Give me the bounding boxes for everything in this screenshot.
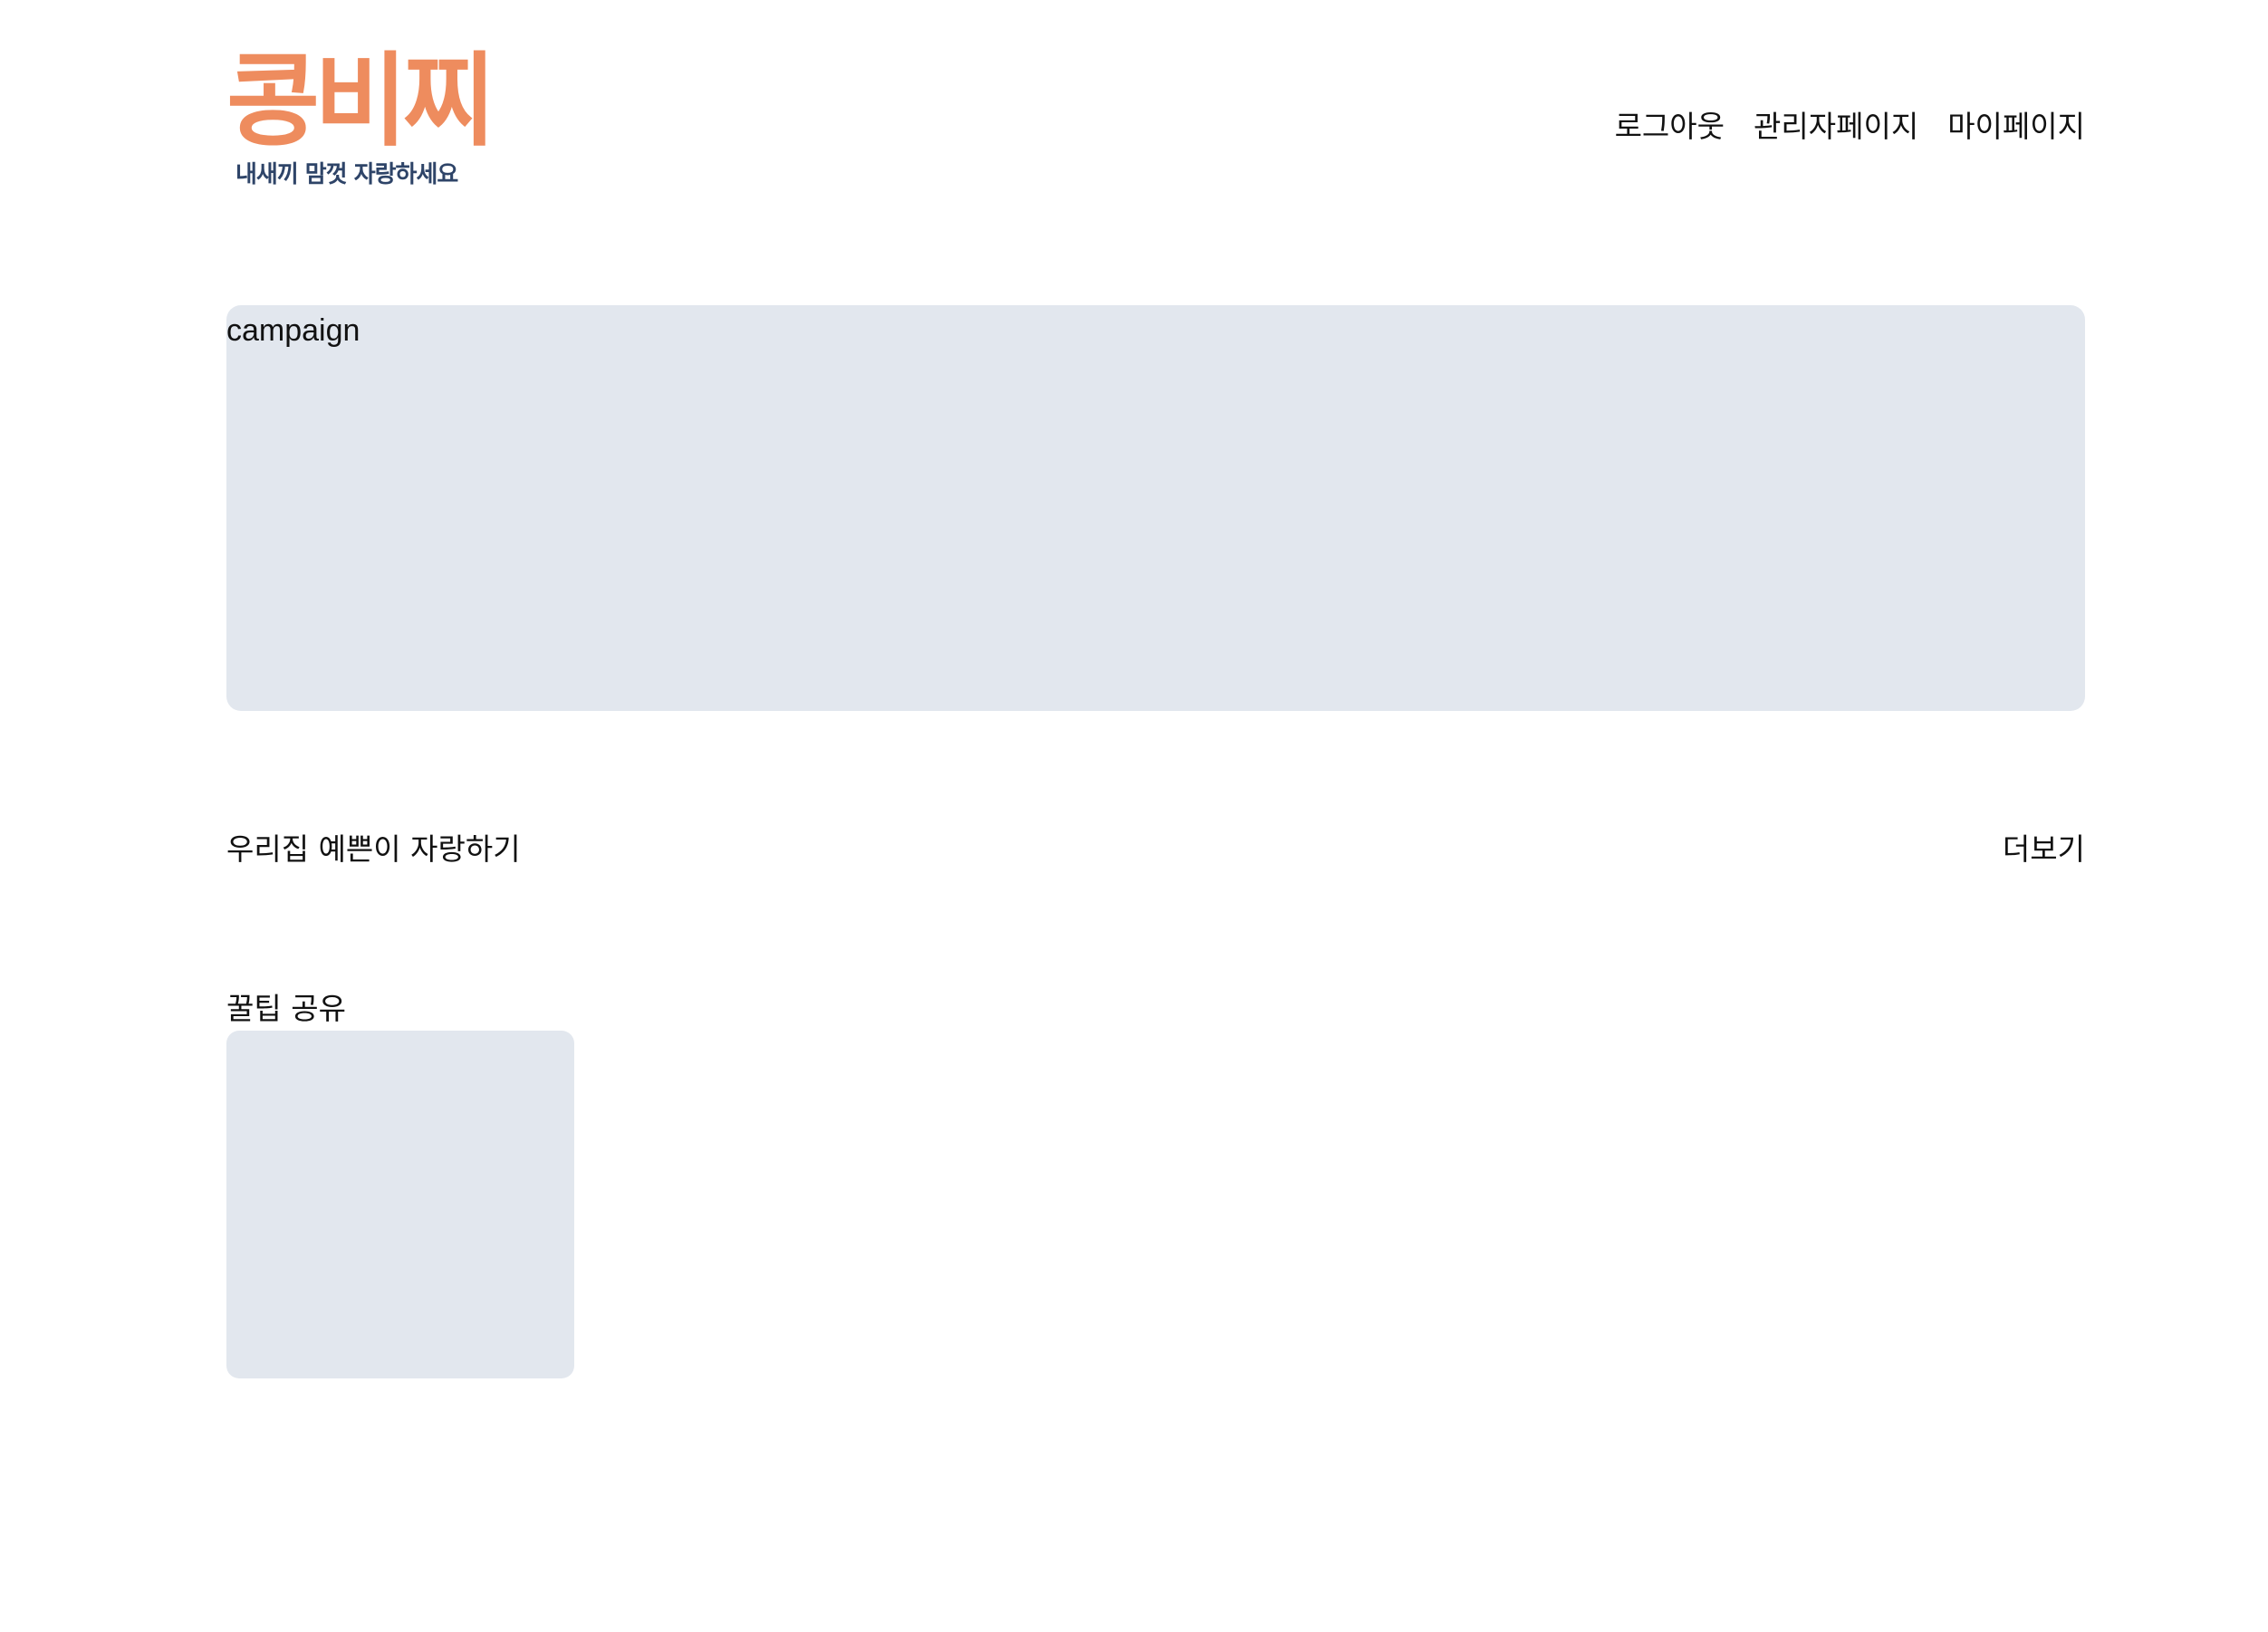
more-link[interactable]: 더보기 bbox=[2003, 830, 2085, 869]
page: 콩비찌 내새끼 맘껏 자랑하세요 로그아웃 관리자페이지 마이페이지 campa… bbox=[0, 0, 2268, 1632]
pet-section-title: 우리집 예쁜이 자랑하기 bbox=[226, 831, 521, 867]
top-nav: 로그아웃 관리자페이지 마이페이지 bbox=[1615, 107, 2085, 147]
tip-card[interactable] bbox=[226, 1031, 574, 1378]
tips-section-title: 꿀팁 공유 bbox=[226, 991, 346, 1026]
my-page-link[interactable]: 마이페이지 bbox=[1947, 107, 2085, 147]
logo-tagline: 내새끼 맘껏 자랑하세요 bbox=[235, 161, 458, 188]
campaign-label: campaign bbox=[226, 313, 360, 348]
logout-link[interactable]: 로그아웃 bbox=[1615, 107, 1725, 147]
logo[interactable]: 콩비찌 내새끼 맘껏 자랑하세요 bbox=[226, 43, 495, 188]
campaign-banner[interactable]: campaign bbox=[226, 305, 2085, 711]
logo-title: 콩비찌 bbox=[226, 43, 495, 160]
admin-page-link[interactable]: 관리자페이지 bbox=[1754, 107, 1918, 147]
